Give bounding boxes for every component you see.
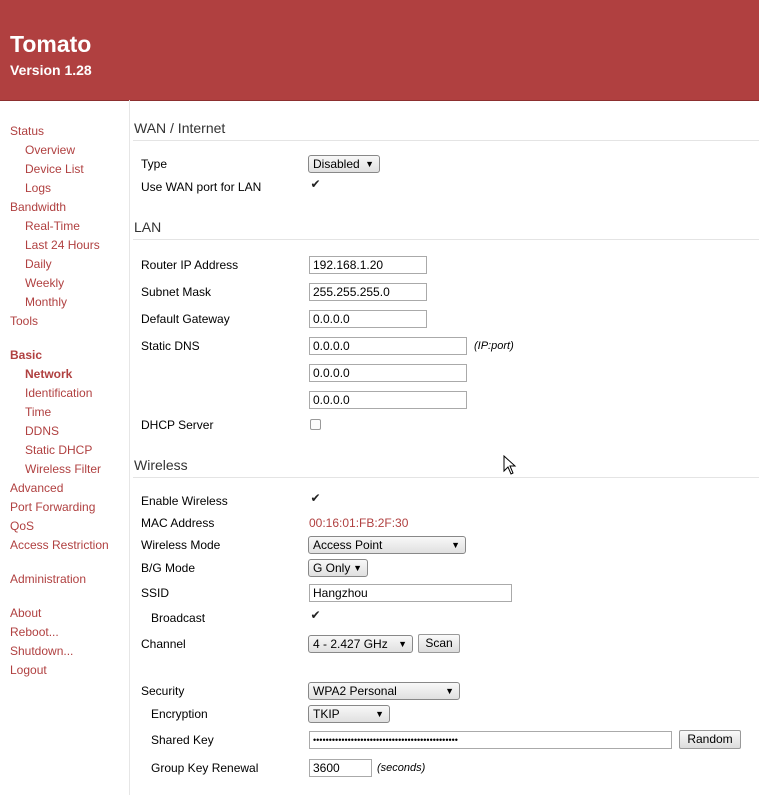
static-dns-note: (IP:port) bbox=[474, 340, 514, 352]
group-key-renewal-input[interactable]: 3600 bbox=[309, 759, 372, 777]
static-dns-label: Static DNS bbox=[141, 339, 200, 353]
use-wan-port-checkbox[interactable]: ✔ bbox=[310, 177, 321, 191]
mouse-pointer-icon bbox=[503, 455, 517, 475]
nav-identification[interactable]: Identification bbox=[25, 386, 92, 400]
nav-bandwidth[interactable]: Bandwidth bbox=[10, 200, 66, 214]
nav-administration[interactable]: Administration bbox=[10, 572, 86, 586]
ssid-input[interactable]: Hangzhou bbox=[309, 584, 512, 602]
nav-wireless-filter[interactable]: Wireless Filter bbox=[25, 462, 101, 476]
mac-address-value: 00:16:01:FB:2F:30 bbox=[309, 516, 409, 530]
router-ip-input[interactable]: 192.168.1.20 bbox=[309, 256, 427, 274]
checkmark-icon: ✔ bbox=[310, 608, 321, 622]
wireless-section-heading: Wireless bbox=[134, 457, 188, 473]
enable-wireless-checkbox[interactable]: ✔ bbox=[310, 491, 321, 505]
nav-tools[interactable]: Tools bbox=[10, 314, 38, 328]
bg-mode-label: B/G Mode bbox=[141, 561, 196, 575]
broadcast-label: Broadcast bbox=[151, 611, 206, 625]
bg-mode-value: G Only bbox=[313, 561, 351, 575]
app-title: Tomato bbox=[10, 31, 92, 57]
header: Tomato Version 1.28 bbox=[0, 0, 759, 101]
nav-reboot[interactable]: Reboot... bbox=[10, 625, 59, 639]
checkmark-icon: ✔ bbox=[310, 491, 321, 505]
bg-mode-select[interactable]: G Only ▼ bbox=[308, 559, 368, 577]
wireless-section-divider bbox=[133, 477, 759, 478]
wan-section-heading: WAN / Internet bbox=[134, 120, 226, 136]
wan-type-select[interactable]: Disabled ▼ bbox=[308, 155, 380, 173]
scan-button[interactable]: Scan bbox=[418, 634, 460, 653]
lan-section-heading: LAN bbox=[134, 219, 162, 235]
channel-label: Channel bbox=[141, 637, 186, 651]
checkmark-icon: ✔ bbox=[310, 177, 321, 191]
channel-select[interactable]: 4 - 2.427 GHz ▼ bbox=[308, 635, 413, 653]
dhcp-server-label: DHCP Server bbox=[141, 418, 214, 432]
broadcast-checkbox[interactable]: ✔ bbox=[310, 608, 321, 622]
nav-access-restriction[interactable]: Access Restriction bbox=[10, 538, 109, 552]
wireless-mode-select[interactable]: Access Point ▼ bbox=[308, 536, 466, 554]
triangle-down-icon: ▼ bbox=[365, 159, 374, 169]
nav-network[interactable]: Network bbox=[25, 367, 72, 381]
group-key-renewal-label: Group Key Renewal bbox=[151, 761, 259, 775]
nav-logout[interactable]: Logout bbox=[10, 663, 47, 677]
encryption-label: Encryption bbox=[151, 707, 208, 721]
wan-type-value: Disabled bbox=[313, 157, 360, 171]
nav-daily[interactable]: Daily bbox=[25, 257, 52, 271]
nav-about[interactable]: About bbox=[10, 606, 41, 620]
nav-weekly[interactable]: Weekly bbox=[25, 276, 64, 290]
nav-qos[interactable]: QoS bbox=[10, 519, 34, 533]
security-label: Security bbox=[141, 684, 185, 698]
wireless-mode-label: Wireless Mode bbox=[141, 538, 221, 552]
nav-device-list[interactable]: Device List bbox=[25, 162, 84, 176]
nav-static-dhcp[interactable]: Static DHCP bbox=[25, 443, 92, 457]
wan-section-divider bbox=[133, 140, 759, 141]
enable-wireless-label: Enable Wireless bbox=[141, 494, 228, 508]
nav-overview[interactable]: Overview bbox=[25, 143, 75, 157]
nav-last-24-hours[interactable]: Last 24 Hours bbox=[25, 238, 100, 252]
triangle-down-icon: ▼ bbox=[451, 540, 460, 550]
nav-advanced[interactable]: Advanced bbox=[10, 481, 63, 495]
nav-basic[interactable]: Basic bbox=[10, 348, 42, 362]
subnet-mask-label: Subnet Mask bbox=[141, 285, 212, 299]
use-wan-port-label: Use WAN port for LAN bbox=[141, 180, 262, 194]
nav-logs[interactable]: Logs bbox=[25, 181, 51, 195]
triangle-down-icon: ▼ bbox=[398, 639, 407, 649]
security-value: WPA2 Personal bbox=[313, 684, 397, 698]
security-select[interactable]: WPA2 Personal ▼ bbox=[308, 682, 460, 700]
ssid-label: SSID bbox=[141, 586, 170, 600]
channel-value: 4 - 2.427 GHz bbox=[313, 637, 388, 651]
default-gateway-label: Default Gateway bbox=[141, 312, 230, 326]
wireless-mode-value: Access Point bbox=[313, 538, 383, 552]
lan-section-divider bbox=[133, 239, 759, 240]
triangle-down-icon: ▼ bbox=[375, 709, 384, 719]
triangle-down-icon: ▼ bbox=[445, 686, 454, 696]
default-gateway-input[interactable]: 0.0.0.0 bbox=[309, 310, 427, 328]
dhcp-server-checkbox[interactable] bbox=[310, 419, 321, 430]
random-key-button[interactable]: Random bbox=[679, 730, 741, 749]
static-dns-3-input[interactable]: 0.0.0.0 bbox=[309, 391, 467, 409]
nav-real-time[interactable]: Real-Time bbox=[25, 219, 80, 233]
subnet-mask-input[interactable]: 255.255.255.0 bbox=[309, 283, 427, 301]
triangle-down-icon: ▼ bbox=[353, 563, 362, 573]
nav-monthly[interactable]: Monthly bbox=[25, 295, 67, 309]
shared-key-input[interactable]: ••••••••••••••••••••••••••••••••••••••••… bbox=[309, 731, 672, 749]
mac-address-label: MAC Address bbox=[141, 516, 215, 530]
static-dns-1-input[interactable]: 0.0.0.0 bbox=[309, 337, 467, 355]
group-key-renewal-note: (seconds) bbox=[377, 762, 426, 774]
shared-key-label: Shared Key bbox=[151, 733, 214, 747]
encryption-select[interactable]: TKIP ▼ bbox=[308, 705, 390, 723]
router-ip-label: Router IP Address bbox=[141, 258, 239, 272]
nav-time[interactable]: Time bbox=[25, 405, 51, 419]
nav-status[interactable]: Status bbox=[10, 124, 44, 138]
nav-port-forwarding[interactable]: Port Forwarding bbox=[10, 500, 95, 514]
nav-ddns[interactable]: DDNS bbox=[25, 424, 59, 438]
wan-type-label: Type bbox=[141, 157, 168, 171]
nav-shutdown[interactable]: Shutdown... bbox=[10, 644, 73, 658]
app-version: Version 1.28 bbox=[10, 62, 92, 78]
encryption-value: TKIP bbox=[313, 707, 340, 721]
static-dns-2-input[interactable]: 0.0.0.0 bbox=[309, 364, 467, 382]
